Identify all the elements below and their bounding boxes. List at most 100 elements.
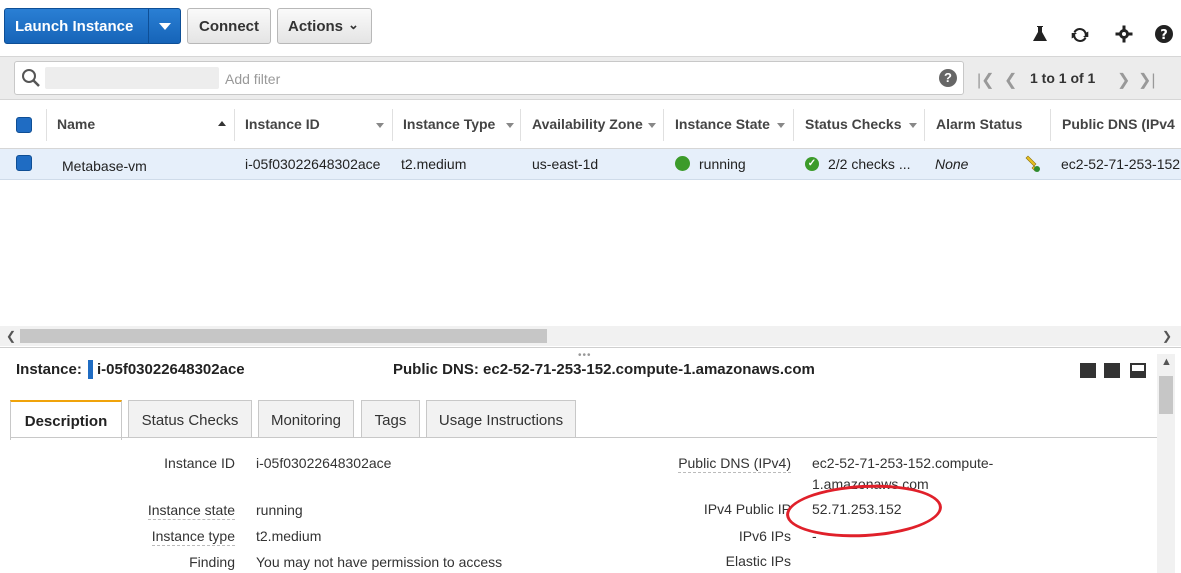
connect-button[interactable]: Connect (187, 8, 271, 44)
toolbar: Launch Instance Connect Actions ⌄ ? (0, 0, 1181, 52)
search-icon (22, 69, 40, 87)
cell-instance-state: running (699, 156, 746, 172)
column-header-availability-zone[interactable]: Availability Zone (532, 116, 643, 132)
column-separator (520, 109, 521, 141)
column-header-instance-state[interactable]: Instance State (675, 116, 770, 132)
column-separator (663, 109, 664, 141)
column-separator (46, 109, 47, 141)
chevron-down-icon: ⌄ (348, 17, 359, 32)
filter-bar: Add filter ? |❮ ❮ 1 to 1 of 1 ❯ ❯| (0, 56, 1181, 100)
minimize-pane-icon[interactable] (1130, 363, 1146, 378)
field-value-finding: You may not have permission to access (256, 554, 503, 570)
field-value-instance-state: running (256, 502, 303, 518)
cell-public-dns: ec2-52-71-253-152 (1061, 156, 1181, 172)
tab-tags-label: Tags (374, 412, 407, 429)
launch-split-divider (148, 9, 149, 43)
gear-icon[interactable] (1113, 24, 1135, 46)
column-separator (392, 109, 393, 141)
next-page-icon[interactable]: ❯ (1117, 70, 1130, 90)
prev-page-icon[interactable]: ❮ (1004, 70, 1017, 90)
tab-status-checks[interactable]: Status Checks (128, 400, 252, 438)
instance-id-heading: i-05f03022648302ace (97, 361, 245, 378)
field-label-elastic-ips: Elastic IPs (725, 553, 791, 569)
field-label-finding: Finding (189, 554, 235, 570)
detail-pane: ••• Instance: i-05f03022648302ace Public… (0, 347, 1181, 573)
field-label-public-dns: Public DNS (IPv4) (678, 455, 791, 473)
actions-button[interactable]: Actions ⌄ (277, 8, 372, 44)
sort-caret-icon[interactable] (376, 123, 384, 128)
column-header-instance-type[interactable]: Instance Type (403, 116, 495, 132)
select-all-checkbox[interactable] (16, 117, 32, 133)
column-header-alarm-status[interactable]: Alarm Status (936, 116, 1022, 132)
column-header-public-dns[interactable]: Public DNS (IPv4 (1062, 116, 1175, 132)
field-label-instance-id: Instance ID (164, 455, 235, 471)
cell-alarm-status: None (935, 156, 969, 172)
actions-label: Actions (288, 18, 344, 35)
cell-name: Metabase-vm (62, 158, 147, 174)
horizontal-scroll-thumb[interactable] (20, 329, 547, 343)
public-dns-heading: Public DNS: ec2-52-71-253-152.compute-1.… (393, 361, 815, 378)
tab-description-label: Description (24, 413, 108, 430)
vertical-scroll-thumb[interactable] (1159, 376, 1173, 414)
tab-usage-instructions[interactable]: Usage Instructions (426, 400, 576, 438)
help-icon[interactable]: ? (1153, 24, 1175, 46)
resize-grip-icon[interactable]: ••• (578, 350, 592, 361)
field-value-instance-type: t2.medium (256, 528, 322, 544)
table-header: Name Instance ID Instance Type Availabil… (0, 101, 1181, 149)
launch-dropdown-icon[interactable] (159, 23, 171, 30)
create-alarm-icon[interactable] (1022, 154, 1042, 174)
filter-input[interactable]: Add filter ? (14, 61, 964, 95)
column-header-name[interactable]: Name (57, 116, 95, 132)
tab-status-checks-label: Status Checks (141, 412, 239, 429)
tab-monitoring[interactable]: Monitoring (258, 400, 354, 438)
scroll-up-icon[interactable]: ▲ (1161, 356, 1172, 368)
column-separator (1050, 109, 1051, 141)
field-label-ipv4-public-ip: IPv4 Public IP (703, 501, 791, 517)
sort-caret-icon[interactable] (648, 123, 656, 128)
instance-label: Instance: (16, 361, 82, 378)
field-value-public-dns: ec2-52-71-253-152.compute- (812, 455, 994, 471)
column-separator (924, 109, 925, 141)
pagination-text: 1 to 1 of 1 (1030, 70, 1096, 86)
running-status-icon (675, 156, 690, 171)
filter-token[interactable] (45, 67, 219, 89)
connect-label: Connect (199, 18, 259, 35)
row-checkbox[interactable] (16, 155, 32, 171)
scroll-left-icon[interactable]: ❮ (6, 329, 16, 343)
column-header-instance-id[interactable]: Instance ID (245, 116, 320, 132)
launch-instance-button[interactable]: Launch Instance (4, 8, 181, 44)
tab-usage-instructions-label: Usage Instructions (438, 412, 564, 429)
cell-instance-type: t2.medium (401, 156, 467, 172)
horizontal-scrollbar[interactable]: ❮ ❯ (0, 326, 1181, 346)
field-label-ipv6-ips: IPv6 IPs (738, 528, 791, 544)
flask-icon[interactable] (1029, 24, 1051, 46)
sort-caret-icon[interactable] (909, 123, 917, 128)
column-header-status-checks[interactable]: Status Checks (805, 116, 901, 132)
tab-monitoring-label: Monitoring (270, 412, 342, 429)
field-value-instance-id: i-05f03022648302ace (256, 455, 392, 471)
sort-caret-icon[interactable] (777, 123, 785, 128)
split-pane-icon[interactable] (1104, 363, 1120, 378)
launch-instance-label: Launch Instance (15, 18, 134, 35)
filter-help-icon[interactable]: ? (939, 69, 957, 87)
tab-description[interactable]: Description (10, 400, 122, 440)
cell-availability-zone: us-east-1d (532, 156, 599, 172)
tab-tags[interactable]: Tags (361, 400, 420, 438)
refresh-icon[interactable] (1069, 24, 1091, 46)
sort-ascending-icon[interactable] (218, 121, 226, 126)
field-label-instance-type: Instance type (151, 528, 235, 546)
column-separator (793, 109, 794, 141)
sort-caret-icon[interactable] (506, 123, 514, 128)
svg-text:?: ? (1160, 28, 1168, 43)
checkmark-icon: ✓ (805, 157, 819, 171)
column-separator (234, 109, 235, 141)
table-row[interactable]: Metabase-vm i-05f03022648302ace t2.mediu… (0, 149, 1181, 180)
field-label-instance-state: Instance state (147, 502, 235, 520)
cell-status-checks: 2/2 checks ... (828, 156, 911, 172)
last-page-icon[interactable]: ❯| (1138, 70, 1156, 90)
vertical-scrollbar[interactable]: ▲ (1157, 354, 1175, 573)
maximize-pane-icon[interactable] (1080, 363, 1096, 378)
scroll-right-icon[interactable]: ❯ (1162, 329, 1172, 343)
first-page-icon[interactable]: |❮ (977, 70, 995, 90)
table-empty-area (0, 181, 1181, 326)
